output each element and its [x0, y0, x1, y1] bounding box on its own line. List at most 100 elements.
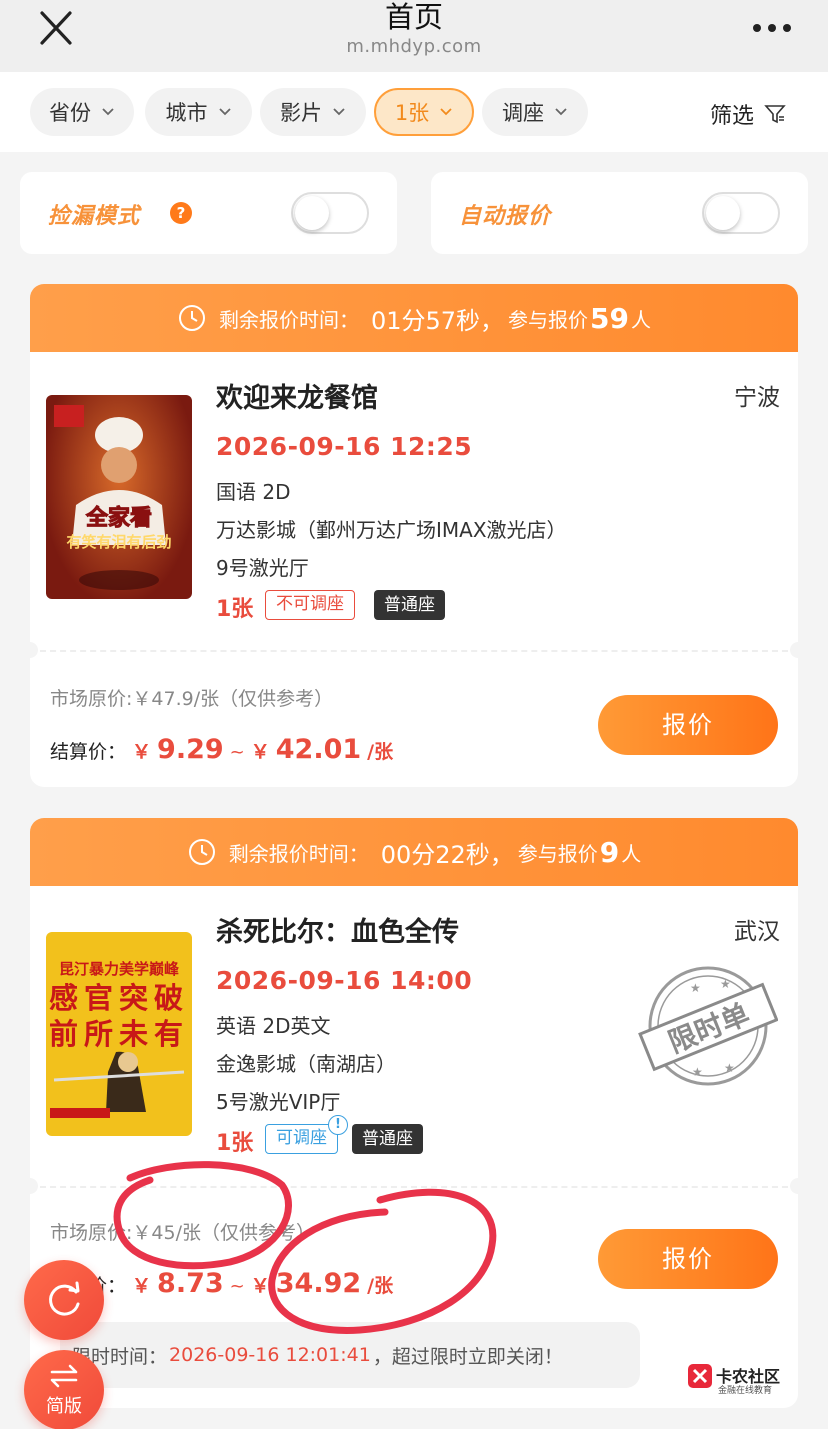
seat-adjust-tag: 可调座 [265, 1124, 338, 1154]
city: 武汉 [734, 919, 780, 945]
simple-mode-button[interactable]: 简版 [24, 1350, 104, 1429]
bargain-mode-switch[interactable] [291, 192, 369, 234]
filter-ticket-count-label: 1张 [394, 101, 430, 125]
svg-text:★: ★ [692, 1065, 703, 1079]
seat-type-tag: 普通座 [352, 1124, 423, 1154]
countdown-banner: 剩余报价时间： 00分22秒， 参与报价 9 人 [30, 818, 798, 886]
chevron-down-icon [440, 108, 452, 116]
ticket-count: 1张 [216, 597, 254, 622]
limit-time: 2026-09-16 12:01:41 [169, 1344, 371, 1366]
participants-suffix: 人 [621, 841, 642, 866]
chevron-down-icon [102, 108, 114, 116]
countdown-banner: 剩余报价时间： 01分57秒， 参与报价 59 人 [30, 284, 798, 352]
price-unit: /张 [367, 741, 394, 763]
movie-poster[interactable]: 全家看 有笑有泪有后劲 [46, 395, 192, 599]
simple-mode-label: 简版 [46, 1396, 82, 1417]
filter-button[interactable]: 筛选 [710, 98, 786, 130]
filter-seat-adjust[interactable]: 调座 [482, 88, 588, 136]
ticket-notch [30, 642, 38, 658]
market-price: 市场原价:￥45/张（仅供参考） [50, 1222, 315, 1244]
poster-caption: 昆汀暴力美学巅峰 [59, 960, 180, 978]
poster-caption: 感官突破 [49, 981, 189, 1015]
ticket-notch [790, 1178, 798, 1194]
page-title: 首页 [384, 0, 443, 34]
swap-icon [50, 1364, 78, 1388]
settle-price: 结算价： ￥ 9.29 ~ ￥ 42.01 /张 [50, 734, 393, 765]
price-high: 34.92 [275, 1268, 362, 1299]
cinema-name: 金逸影城（南湖店） [216, 1052, 396, 1076]
currency-symbol: ￥ [250, 1275, 270, 1297]
movie-title: 欢迎来龙餐馆 [216, 383, 378, 414]
countdown-value: 01分57秒， [370, 306, 505, 335]
seat-adjust-tag: 不可调座 [265, 590, 355, 620]
bargain-mode-label: 捡漏模式 [48, 204, 141, 229]
browser-header: 首页 m.mhdyp.com [0, 0, 828, 72]
help-icon[interactable]: ? [170, 202, 192, 224]
filter-bar: 省份 城市 影片 1张 调座 筛选 [0, 72, 828, 152]
cinema-name: 万达影城（鄞州万达广场IMAX激光店） [216, 518, 567, 542]
price-separator: ~ [229, 1276, 245, 1297]
chevron-down-icon [333, 108, 345, 116]
info-icon[interactable]: ! [328, 1115, 348, 1135]
seat-type-tag: 普通座 [374, 590, 445, 620]
filter-movie-label: 影片 [280, 101, 322, 125]
poster-caption: 前所未有 [49, 1017, 189, 1051]
quote-button[interactable]: 报价 [598, 695, 778, 755]
svg-text:★: ★ [720, 977, 731, 991]
ticket-notch [30, 1178, 38, 1194]
filter-province-label: 省份 [49, 101, 91, 125]
limit-time-bar: 限时时间： 2026-09-16 12:01:41 ，超过限时立即关闭！ [60, 1322, 640, 1388]
chevron-down-icon [218, 108, 231, 116]
market-price: 市场原价:￥47.9/张（仅供参考） [50, 688, 334, 710]
divider [30, 1186, 798, 1188]
movie-poster[interactable]: 昆汀暴力美学巅峰 感官突破 前所未有 [46, 932, 192, 1136]
bargain-mode-card: 捡漏模式 ? [20, 172, 397, 254]
currency-symbol: ￥ [132, 741, 152, 763]
filter-province[interactable]: 省份 [30, 88, 134, 136]
ticket-count: 1张 [216, 1131, 254, 1156]
countdown-value: 00分22秒， [380, 840, 514, 869]
countdown-label: 剩余报价时间： [228, 841, 369, 866]
filter-ticket-count[interactable]: 1张 [374, 88, 474, 136]
showtime: 2026-09-16 14:00 [216, 966, 473, 995]
filter-movie[interactable]: 影片 [260, 88, 366, 136]
listing-card: 剩余报价时间： 00分22秒， 参与报价 9 人 昆汀暴力美学巅峰 感官突破 前… [30, 818, 798, 1408]
auto-quote-label: 自动报价 [459, 204, 552, 229]
currency-symbol: ￥ [250, 741, 270, 763]
countdown-label: 剩余报价时间： [218, 307, 359, 332]
divider [30, 650, 798, 652]
participants-count: 9 [599, 835, 620, 869]
more-icon[interactable] [752, 20, 792, 36]
filter-city-label: 城市 [165, 101, 208, 125]
watermark-subtitle: 金融在线教育 [718, 1386, 773, 1396]
currency-symbol: ￥ [132, 1275, 152, 1297]
clock-icon [188, 839, 215, 865]
filter-icon [764, 105, 786, 124]
chevron-down-icon [555, 108, 567, 116]
movie-title: 杀死比尔：血色全传 [216, 917, 459, 948]
auto-quote-switch[interactable] [702, 192, 780, 234]
limit-note: ，超过限时立即关闭！ [372, 1345, 563, 1368]
filter-city[interactable]: 城市 [145, 88, 252, 136]
hall-name: 5号激光VIP厅 [216, 1090, 341, 1114]
svg-text:★: ★ [690, 981, 701, 995]
quote-button[interactable]: 报价 [598, 1229, 778, 1289]
switch-knob [295, 196, 329, 230]
participants-label: 参与报价 [508, 307, 589, 332]
price-low: 9.29 [157, 734, 224, 765]
poster-art: 昆汀暴力美学巅峰 感官突破 前所未有 [49, 960, 189, 1118]
language-format: 国语 2D [216, 480, 291, 504]
switch-knob [706, 196, 740, 230]
filter-button-label: 筛选 [709, 104, 754, 129]
listing-card: 剩余报价时间： 01分57秒， 参与报价 59 人 全家看 有笑有泪有后劲 欢迎… [30, 284, 798, 787]
participants-count: 59 [590, 301, 630, 335]
showtime: 2026-09-16 12:25 [216, 432, 473, 461]
participants-suffix: 人 [631, 307, 652, 332]
clock-icon [178, 305, 205, 331]
ticket-notch [790, 642, 798, 658]
limited-order-stamp: 限时单 ★ ★ ★ ★ [638, 966, 778, 1086]
refresh-button[interactable] [24, 1260, 104, 1340]
poster-art: 全家看 有笑有泪有后劲 [54, 405, 172, 590]
filter-seat-adjust-label: 调座 [502, 101, 544, 125]
language-format: 英语 2D英文 [216, 1014, 331, 1038]
